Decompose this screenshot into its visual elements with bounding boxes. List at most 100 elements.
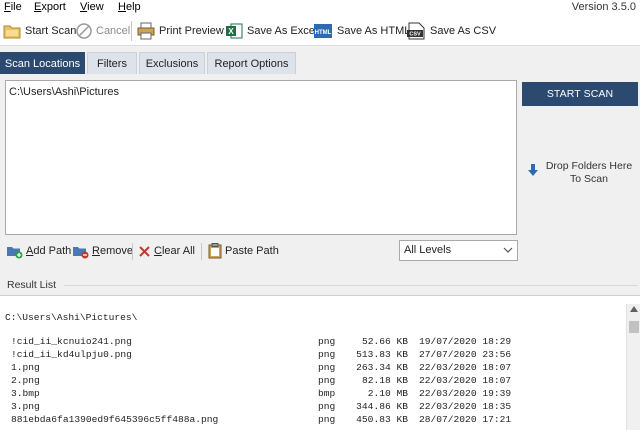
add-folder-icon	[7, 246, 23, 258]
save-excel-label: Save As Excel	[247, 25, 318, 37]
file-size: 82.18 KB	[361, 375, 408, 386]
menu-view[interactable]: View	[80, 1, 104, 13]
svg-text:X: X	[228, 27, 234, 36]
table-row[interactable]: 3.png png 344.86 KB 22/03/2020 18:35	[0, 401, 626, 413]
file-type: png	[318, 414, 336, 425]
result-list[interactable]: C:\Users\Ashi\Pictures\ !cid_ii_kcnuio24…	[0, 295, 640, 430]
chevron-down-icon	[503, 247, 513, 253]
result-list-heading: Result List	[7, 279, 57, 291]
remove-path-button[interactable]: Remove	[72, 240, 133, 262]
app-window: File Export View Help Version 3.5.0 Star…	[0, 0, 640, 430]
svg-text:HTML: HTML	[315, 30, 332, 36]
file-type: png	[318, 349, 336, 360]
start-scan-button[interactable]: Start Scan	[3, 20, 76, 42]
tab-scan-locations[interactable]: Scan Locations	[0, 52, 85, 74]
start-scan-label: Start Scan	[25, 25, 77, 37]
levels-dropdown[interactable]: All Levels	[399, 240, 518, 261]
file-size: 263.34 KB	[356, 362, 408, 373]
file-name: !cid_ii_kcnuio241.png	[11, 336, 132, 347]
file-date: 22/03/2020 18:35	[419, 401, 512, 412]
print-preview-button[interactable]: Print Preview	[137, 20, 224, 42]
clear-x-icon	[139, 245, 150, 257]
menu-bar: File Export View Help Version 3.5.0	[0, 0, 640, 15]
table-row[interactable]: 881ebda6fa1390ed9f645396c5ff488a.png png…	[0, 414, 626, 426]
save-csv-button[interactable]: CSV Save As CSV	[406, 20, 496, 42]
toolbar-divider	[131, 21, 132, 41]
file-date: 28/07/2020 17:21	[419, 414, 512, 425]
start-scan-big-button[interactable]: START SCAN	[522, 82, 638, 106]
clipboard-icon	[208, 243, 222, 259]
toolbar: Start Scan Cancel Print Preview X Save A…	[0, 15, 640, 46]
result-root-path: C:\Users\Ashi\Pictures\	[5, 312, 138, 323]
file-type: png	[318, 401, 336, 412]
remove-path-label: Remove	[92, 245, 133, 257]
clear-all-label: Clear All	[154, 245, 195, 257]
save-csv-label: Save As CSV	[430, 25, 497, 37]
add-path-label: Add Path	[26, 245, 72, 257]
cancel-button[interactable]: Cancel	[76, 20, 130, 42]
html-file-icon: HTML	[314, 24, 332, 38]
file-type: png	[318, 336, 336, 347]
table-row[interactable]: 2.png png 82.18 KB 22/03/2020 18:07	[0, 375, 626, 387]
excel-icon: X	[226, 23, 243, 39]
menu-export[interactable]: Export	[34, 1, 66, 13]
file-date: 22/03/2020 18:07	[419, 362, 512, 373]
table-row[interactable]: 3.bmp bmp 2.10 MB 22/03/2020 19:39	[0, 388, 626, 400]
file-type: bmp	[318, 388, 336, 399]
file-date: 27/07/2020 23:56	[419, 349, 512, 360]
table-row[interactable]: 1.png png 263.34 KB 22/03/2020 18:07	[0, 362, 626, 374]
csv-file-icon: CSV	[407, 22, 425, 40]
tab-report-options[interactable]: Report Options	[207, 52, 296, 74]
file-date: 22/03/2020 19:39	[419, 388, 512, 399]
file-date: 22/03/2020 18:07	[419, 375, 512, 386]
menu-file[interactable]: File	[4, 1, 22, 13]
file-size: 52.66 KB	[361, 336, 408, 347]
save-html-label: Save As HTML	[337, 25, 411, 37]
file-name: 881ebda6fa1390ed9f645396c5ff488a.png	[11, 414, 219, 425]
menu-help[interactable]: Help	[118, 1, 141, 13]
file-name: 3.bmp	[11, 388, 40, 399]
svg-text:CSV: CSV	[409, 32, 421, 38]
remove-folder-icon	[73, 246, 89, 258]
actions-divider	[201, 243, 202, 260]
cancel-circle-icon	[76, 23, 92, 39]
down-arrow-icon	[528, 164, 538, 176]
scan-folder-icon	[3, 25, 21, 39]
table-row[interactable]: !cid_ii_kd4ulpju0.png png 513.83 KB 27/0…	[0, 349, 626, 361]
actions-divider	[132, 243, 133, 260]
result-divider	[64, 285, 638, 286]
printer-icon	[137, 22, 155, 40]
add-path-button[interactable]: Add Path	[6, 240, 71, 262]
cancel-label: Cancel	[96, 25, 131, 37]
file-name: 1.png	[11, 362, 40, 373]
clear-all-button[interactable]: Clear All	[138, 240, 195, 262]
save-html-button[interactable]: HTML Save As HTML	[313, 20, 410, 42]
file-type: png	[318, 362, 336, 373]
drop-hint-text: Drop Folders Here To Scan	[545, 160, 633, 185]
file-size: 344.86 KB	[356, 401, 408, 412]
version-label: Version 3.5.0	[571, 1, 636, 13]
save-excel-button[interactable]: X Save As Excel	[225, 20, 317, 42]
scroll-up-icon[interactable]	[630, 306, 638, 312]
path-actions-bar: Add Path Remove Clear All Paste Path All…	[0, 240, 520, 264]
file-size: 450.83 KB	[356, 414, 408, 425]
file-date: 19/07/2020 18:29	[419, 336, 512, 347]
scroll-thumb[interactable]	[629, 321, 639, 333]
result-scrollbar[interactable]	[626, 304, 640, 430]
file-size: 2.10 MB	[367, 388, 408, 399]
file-name: 3.png	[11, 401, 40, 412]
table-row[interactable]: !cid_ii_kcnuio241.png png 52.66 KB 19/07…	[0, 336, 626, 348]
file-name: !cid_ii_kd4ulpju0.png	[11, 349, 132, 360]
print-preview-label: Print Preview	[159, 25, 224, 37]
scan-locations-list[interactable]: C:\Users\Ashi\Pictures	[5, 80, 517, 235]
drop-folders-hint: Drop Folders Here To Scan	[527, 160, 639, 190]
file-size: 513.83 KB	[356, 349, 408, 360]
file-type: png	[318, 375, 336, 386]
tab-exclusions[interactable]: Exclusions	[139, 52, 205, 74]
tab-filters[interactable]: Filters	[87, 52, 137, 74]
levels-selected: All Levels	[404, 244, 452, 256]
paste-path-button[interactable]: Paste Path	[208, 240, 279, 262]
file-name: 2.png	[11, 375, 40, 386]
paste-path-label: Paste Path	[225, 245, 279, 257]
scan-path-item[interactable]: C:\Users\Ashi\Pictures	[9, 86, 119, 98]
